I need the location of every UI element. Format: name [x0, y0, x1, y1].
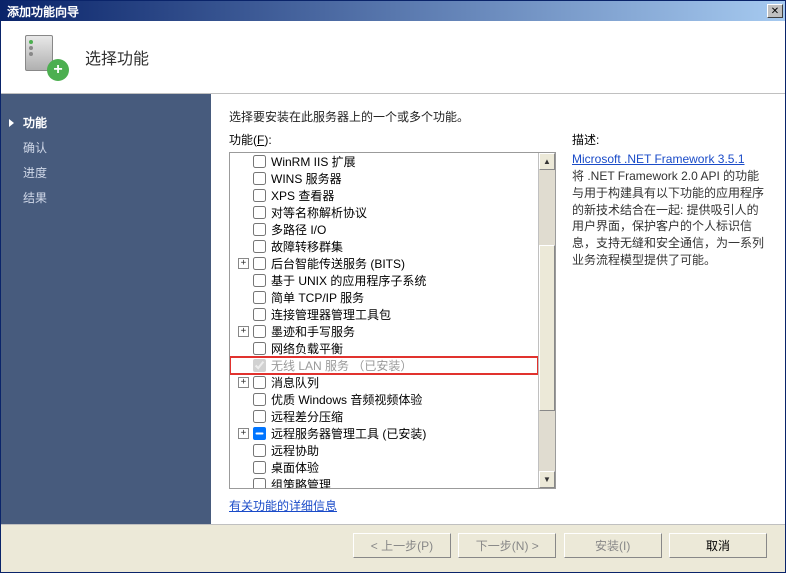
next-button[interactable]: 下一步(N) >	[458, 533, 556, 558]
features-tree[interactable]: WinRM IIS 扩展WINS 服务器XPS 查看器对等名称解析协议多路径 I…	[229, 152, 556, 489]
description-column: 描述: Microsoft .NET Framework 3.5.1 将 .NE…	[572, 131, 767, 514]
tree-expander-icon[interactable]: +	[238, 326, 249, 337]
feature-label: 后台智能传送服务 (BITS)	[271, 255, 405, 272]
feature-checkbox[interactable]	[253, 223, 266, 236]
tree-row[interactable]: 桌面体验	[230, 459, 538, 476]
wizard-window: 添加功能向导 ✕ + 选择功能 功能 确认 进度 结果 选择要安装在此服务器上的…	[0, 0, 786, 573]
feature-checkbox[interactable]	[253, 240, 266, 253]
feature-checkbox[interactable]	[253, 410, 266, 423]
vertical-scrollbar[interactable]: ▲ ▼	[538, 153, 555, 488]
page-title: 选择功能	[85, 45, 149, 69]
feature-checkbox[interactable]	[253, 308, 266, 321]
feature-checkbox[interactable]	[253, 444, 266, 457]
features-label: 功能(F):	[229, 131, 556, 148]
tree-scroll: WinRM IIS 扩展WINS 服务器XPS 查看器对等名称解析协议多路径 I…	[230, 153, 538, 488]
tree-row[interactable]: WinRM IIS 扩展	[230, 153, 538, 170]
feature-checkbox[interactable]	[253, 478, 266, 488]
main-area: 选择要安装在此服务器上的一个或多个功能。 功能(F): WinRM IIS 扩展…	[211, 94, 785, 524]
body-area: 功能 确认 进度 结果 选择要安装在此服务器上的一个或多个功能。 功能(F): …	[1, 94, 785, 524]
feature-checkbox[interactable]	[253, 155, 266, 168]
feature-label: 基于 UNIX 的应用程序子系统	[271, 272, 426, 289]
feature-label: 远程服务器管理工具 (已安装)	[271, 425, 426, 442]
tree-row[interactable]: + 远程服务器管理工具 (已安装)	[230, 425, 538, 442]
feature-checkbox[interactable]	[253, 274, 266, 287]
footer: < 上一步(P) 下一步(N) > 安装(I) 取消	[1, 524, 785, 572]
feature-label: 无线 LAN 服务 （已安装）	[271, 357, 412, 374]
description-label: 描述:	[572, 131, 767, 148]
instruction-text: 选择要安装在此服务器上的一个或多个功能。	[229, 108, 767, 125]
tree-expander-icon[interactable]: +	[238, 258, 249, 269]
header-area: + 选择功能	[1, 21, 785, 94]
feature-checkbox[interactable]	[253, 325, 266, 338]
tree-row[interactable]: + 后台智能传送服务 (BITS)	[230, 255, 538, 272]
feature-label: 连接管理器管理工具包	[271, 306, 391, 323]
tree-row[interactable]: 简单 TCP/IP 服务	[230, 289, 538, 306]
scroll-up-button[interactable]: ▲	[539, 153, 555, 170]
feature-checkbox[interactable]	[253, 376, 266, 389]
feature-checkbox[interactable]	[253, 172, 266, 185]
feature-checkbox[interactable]	[253, 427, 266, 440]
sidebar: 功能 确认 进度 结果	[1, 94, 211, 524]
tree-expander-icon[interactable]: +	[238, 377, 249, 388]
tree-row[interactable]: WINS 服务器	[230, 170, 538, 187]
tree-row[interactable]: 无线 LAN 服务 （已安装）	[230, 357, 538, 374]
tree-row[interactable]: 基于 UNIX 的应用程序子系统	[230, 272, 538, 289]
scrollbar-track[interactable]	[539, 170, 555, 471]
wizard-icon: +	[21, 33, 69, 81]
sidebar-item-progress[interactable]: 进度	[1, 160, 211, 185]
tree-row[interactable]: XPS 查看器	[230, 187, 538, 204]
feature-checkbox[interactable]	[253, 342, 266, 355]
cancel-button[interactable]: 取消	[669, 533, 767, 558]
feature-label: WinRM IIS 扩展	[271, 153, 356, 170]
feature-label: 组策略管理	[271, 476, 331, 488]
tree-row[interactable]: + 墨迹和手写服务	[230, 323, 538, 340]
close-button[interactable]: ✕	[767, 4, 783, 18]
feature-checkbox[interactable]	[253, 257, 266, 270]
feature-label: 多路径 I/O	[271, 221, 326, 238]
feature-checkbox[interactable]	[253, 291, 266, 304]
feature-checkbox[interactable]	[253, 206, 266, 219]
feature-label: 墨迹和手写服务	[271, 323, 355, 340]
titlebar-text: 添加功能向导	[7, 3, 767, 20]
tree-row[interactable]: 远程差分压缩	[230, 408, 538, 425]
description-link[interactable]: Microsoft .NET Framework 3.5.1	[572, 152, 767, 166]
feature-checkbox	[253, 359, 266, 372]
feature-label: 简单 TCP/IP 服务	[271, 289, 364, 306]
feature-label: XPS 查看器	[271, 187, 334, 204]
main-columns: 功能(F): WinRM IIS 扩展WINS 服务器XPS 查看器对等名称解析…	[229, 131, 767, 514]
more-info-link[interactable]: 有关功能的详细信息	[229, 497, 556, 514]
tree-row[interactable]: 优质 Windows 音频视频体验	[230, 391, 538, 408]
sidebar-item-results[interactable]: 结果	[1, 185, 211, 210]
titlebar: 添加功能向导 ✕	[1, 1, 785, 21]
scroll-down-button[interactable]: ▼	[539, 471, 555, 488]
feature-label: 远程协助	[271, 442, 319, 459]
tree-expander-icon[interactable]: +	[238, 428, 249, 439]
features-column: 功能(F): WinRM IIS 扩展WINS 服务器XPS 查看器对等名称解析…	[229, 131, 556, 514]
feature-label: 优质 Windows 音频视频体验	[271, 391, 422, 408]
tree-row[interactable]: 远程协助	[230, 442, 538, 459]
sidebar-item-features[interactable]: 功能	[1, 110, 211, 135]
tree-row[interactable]: + 消息队列	[230, 374, 538, 391]
feature-checkbox[interactable]	[253, 461, 266, 474]
feature-checkbox[interactable]	[253, 189, 266, 202]
feature-label: 网络负载平衡	[271, 340, 343, 357]
feature-label: 消息队列	[271, 374, 319, 391]
feature-label: 桌面体验	[271, 459, 319, 476]
install-button[interactable]: 安装(I)	[564, 533, 662, 558]
feature-label: 远程差分压缩	[271, 408, 343, 425]
description-text: 将 .NET Framework 2.0 API 的功能与用于构建具有以下功能的…	[572, 168, 767, 269]
feature-checkbox[interactable]	[253, 393, 266, 406]
feature-label: WINS 服务器	[271, 170, 342, 187]
tree-row[interactable]: 多路径 I/O	[230, 221, 538, 238]
tree-row[interactable]: 对等名称解析协议	[230, 204, 538, 221]
tree-row[interactable]: 组策略管理	[230, 476, 538, 488]
tree-row[interactable]: 网络负载平衡	[230, 340, 538, 357]
feature-label: 故障转移群集	[271, 238, 343, 255]
tree-row[interactable]: 故障转移群集	[230, 238, 538, 255]
tree-row[interactable]: 连接管理器管理工具包	[230, 306, 538, 323]
scrollbar-thumb[interactable]	[539, 245, 555, 411]
back-button[interactable]: < 上一步(P)	[353, 533, 451, 558]
feature-label: 对等名称解析协议	[271, 204, 367, 221]
sidebar-item-confirm[interactable]: 确认	[1, 135, 211, 160]
